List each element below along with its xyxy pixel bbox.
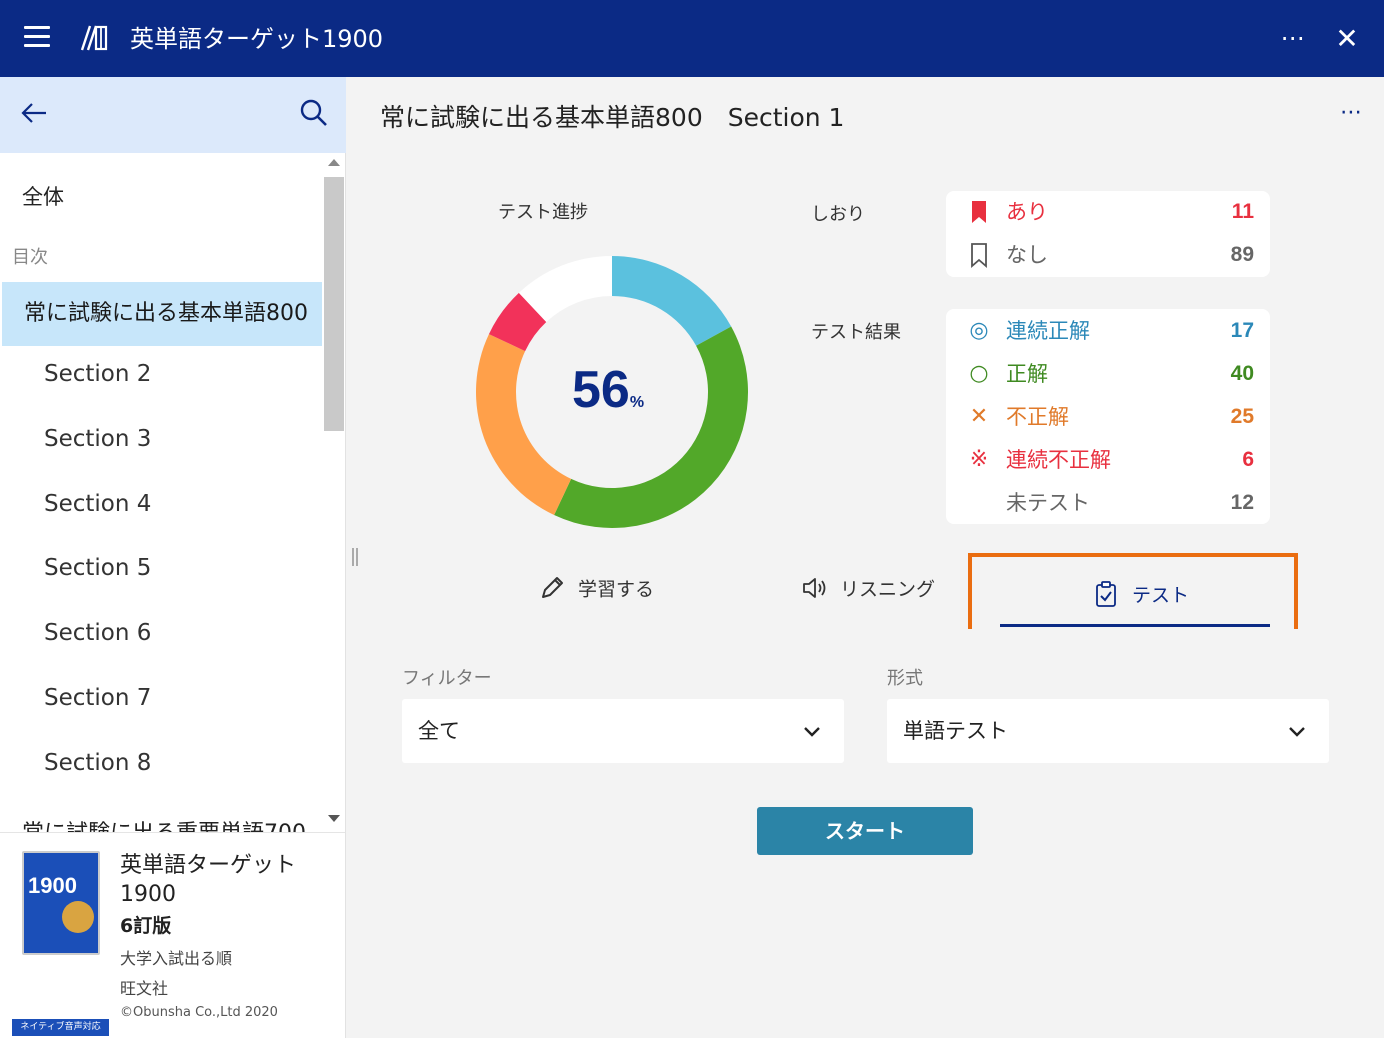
dog-mascot-icon [62, 901, 94, 933]
result-streak-incorrect-count: 6 [1242, 448, 1254, 471]
page-more-icon[interactable]: ⋯ [1334, 98, 1368, 128]
format-value: 単語テスト [903, 719, 1008, 743]
scrollbar-thumb[interactable] [324, 177, 344, 431]
result-row-streak-correct[interactable]: ◎ 連続正解 17 [946, 314, 1270, 350]
book-edition: 6訂版 [120, 915, 172, 937]
bookmark-no-label: なし [1006, 243, 1048, 267]
tab-listening[interactable]: リスニング [800, 574, 935, 610]
bookmark-card: あり 11 なし 89 [946, 191, 1270, 277]
chevron-down-icon [1289, 727, 1305, 737]
bookmark-no-count: 89 [1230, 243, 1254, 266]
double-circle-icon: ◎ [969, 318, 989, 343]
book-copyright: ©Obunsha Co.,Ltd 2020 [120, 1005, 278, 1020]
toc-section-5[interactable]: Section 5 [44, 555, 151, 581]
filter-label: フィルター [402, 668, 492, 689]
toc-section-6[interactable]: Section 6 [44, 620, 151, 646]
book-logo-icon [80, 25, 108, 51]
toc-section-2[interactable]: Section 2 [44, 361, 151, 387]
more-options-icon[interactable]: ⋯ [1276, 20, 1310, 56]
result-row-untested[interactable]: 未テスト 12 [946, 486, 1270, 522]
tab-study-label: 学習する [578, 578, 655, 601]
reference-mark-icon: ※ [969, 447, 989, 472]
bookmark-outline-icon [971, 243, 987, 268]
bookmark-row-yes[interactable]: あり 11 [946, 195, 1270, 231]
bookmark-yes-label: あり [1006, 200, 1048, 224]
scroll-up-icon[interactable] [328, 159, 340, 166]
circle-icon: ○ [969, 361, 989, 386]
result-row-streak-incorrect[interactable]: ※ 連続不正解 6 [946, 443, 1270, 479]
book-description: 大学入試出る順 [120, 949, 233, 968]
donut-slice-0 [612, 256, 732, 346]
page-title: 常に試験に出る基本単語800 Section 1 [380, 103, 845, 132]
toc-chapter-next[interactable]: 常に試験に出る重要単語700 [22, 815, 306, 833]
sidebar-header [0, 77, 346, 153]
result-streak-incorrect-label: 連続不正解 [1006, 448, 1111, 472]
toc-chapter-selected[interactable]: 常に試験に出る基本単語800 [2, 282, 322, 346]
result-incorrect-label: 不正解 [1006, 405, 1069, 429]
title-bar: 英単語ターゲット1900 ⋯ ✕ [0, 0, 1384, 77]
toc-section-3[interactable]: Section 3 [44, 426, 151, 452]
filter-value: 全て [418, 719, 460, 743]
result-streak-correct-count: 17 [1230, 319, 1254, 342]
search-icon[interactable] [298, 97, 330, 129]
toc-section-7[interactable]: Section 7 [44, 685, 151, 711]
speaker-icon [803, 578, 826, 598]
close-icon[interactable]: ✕ [1332, 22, 1362, 56]
progress-percent: 56% [572, 360, 662, 420]
result-incorrect-count: 25 [1230, 405, 1254, 428]
format-label: 形式 [887, 668, 923, 689]
scroll-down-icon[interactable] [328, 815, 340, 822]
back-arrow-icon[interactable] [18, 97, 50, 129]
donut-slice-1 [554, 326, 748, 528]
cross-icon: ✕ [969, 404, 989, 429]
donut-slice-2 [476, 334, 572, 516]
result-streak-correct-label: 連続正解 [1006, 319, 1090, 343]
start-button[interactable]: スタート [757, 807, 973, 855]
bookmark-yes-count: 11 [1231, 200, 1254, 223]
sidebar-scrollbar[interactable] [324, 153, 344, 829]
toc-all[interactable]: 全体 [22, 181, 64, 211]
book-info: 1900 ネイティブ音声対応 英単語ターゲット1900 6訂版 大学入試出る順 … [0, 832, 345, 1038]
book-publisher: 旺文社 [120, 979, 169, 998]
result-untested-count: 12 [1230, 491, 1254, 514]
pencil-icon [542, 577, 563, 598]
bookmark-label: しおり [811, 204, 865, 225]
tab-study[interactable]: 学習する [538, 574, 654, 610]
progress-label: テスト進捗 [498, 202, 588, 223]
result-correct-label: 正解 [1006, 362, 1048, 386]
native-audio-badge: ネイティブ音声対応 [12, 1019, 109, 1036]
chevron-down-icon [804, 727, 820, 737]
result-row-incorrect[interactable]: ✕ 不正解 25 [946, 400, 1270, 436]
filter-select[interactable]: 全て [402, 699, 844, 763]
result-correct-count: 40 [1230, 362, 1254, 385]
app-title: 英単語ターゲット1900 [130, 25, 384, 53]
sidebar: 全体 目次 常に試験に出る基本単語800 Section 2 Section 3… [0, 77, 346, 1038]
progress-percent-value: 56 [572, 361, 630, 419]
progress-percent-sign: % [629, 394, 645, 411]
book-cover: 1900 [22, 851, 100, 955]
bookmark-row-no[interactable]: なし 89 [946, 238, 1270, 274]
bookmark-filled-icon [972, 201, 986, 223]
result-untested-label: 未テスト [1006, 491, 1090, 515]
tab-listening-label: リスニング [840, 578, 936, 601]
result-card: ◎ 連続正解 17 ○ 正解 40 ✕ 不正解 25 ※ 連続不正解 6 未テス… [946, 309, 1270, 524]
result-row-correct[interactable]: ○ 正解 40 [946, 357, 1270, 393]
toc-section-8[interactable]: Section 8 [44, 750, 151, 776]
toc-heading: 目次 [12, 247, 48, 268]
toc-section-4[interactable]: Section 4 [44, 491, 151, 517]
book-title: 英単語ターゲット1900 [120, 853, 297, 907]
format-select[interactable]: 単語テスト [887, 699, 1329, 763]
book-cover-number: 1900 [28, 873, 77, 898]
result-label: テスト結果 [811, 322, 901, 343]
hamburger-menu-icon[interactable] [24, 26, 52, 50]
